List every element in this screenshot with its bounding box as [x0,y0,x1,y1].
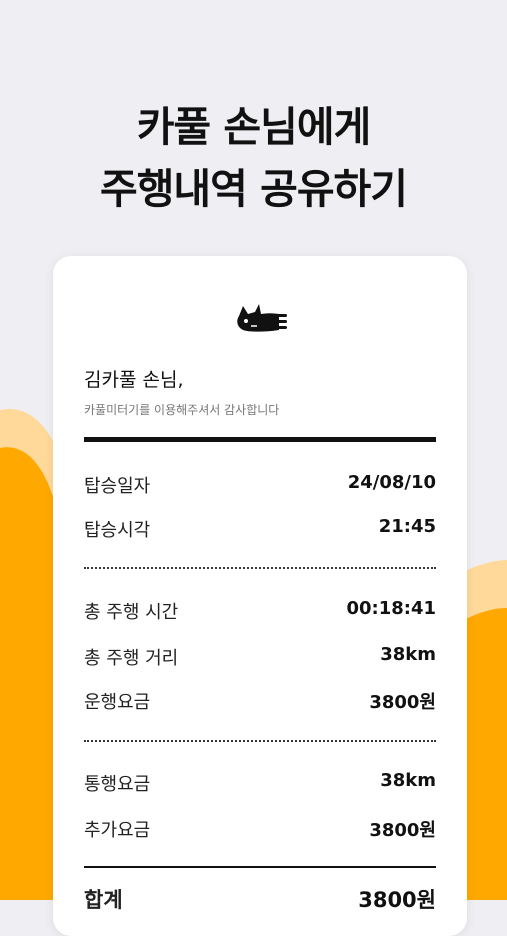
greeting-name: 김카풀 손님, [84,369,184,391]
title-line-1: 카풀 손님에게 [136,103,372,151]
row-boarding-date: 탑승일자 24/08/10 [84,472,436,502]
row-label: 탑승시각 [84,520,151,541]
row-value: 3800원 [369,692,436,713]
row-label: 통행요금 [84,774,151,795]
row-label: 총 주행 시간 [84,602,179,623]
total-label: 합계 [84,888,123,912]
row-label: 운행요금 [84,692,151,713]
divider-dotted [84,740,436,742]
greeting-subtext: 카풀미터기를 이용해주셔서 감사합니다 [84,403,280,417]
row-total-distance: 총 주행 거리 38km [84,644,436,674]
row-total: 합계 3800원 [84,884,436,914]
row-boarding-time: 탑승시각 21:45 [84,516,436,546]
divider-thick [84,437,436,442]
row-toll: 통행요금 38km [84,770,436,800]
row-value: 3800원 [369,820,436,841]
row-label: 총 주행 거리 [84,648,179,669]
row-extra-fee: 추가요금 3800원 [84,816,436,846]
page-title: 카풀 손님에게 주행내역 공유하기 [0,96,507,220]
divider-solid [84,866,436,868]
receipt-card: 김카풀 손님, 카풀미터기를 이용해주셔서 감사합니다 탑승일자 24/08/1… [53,256,467,936]
row-total-drive-time: 총 주행 시간 00:18:41 [84,598,436,628]
total-value: 3800원 [358,888,436,912]
row-label: 탑승일자 [84,476,151,497]
row-value: 38km [380,770,436,791]
row-value: 24/08/10 [347,472,436,493]
row-label: 추가요금 [84,820,151,841]
row-fare: 운행요금 3800원 [84,688,436,718]
flying-cat-icon [237,304,287,332]
row-value: 21:45 [378,516,436,537]
divider-dotted [84,567,436,569]
title-line-2: 주행내역 공유하기 [99,165,408,213]
row-value: 00:18:41 [346,598,436,619]
row-value: 38km [380,644,436,665]
